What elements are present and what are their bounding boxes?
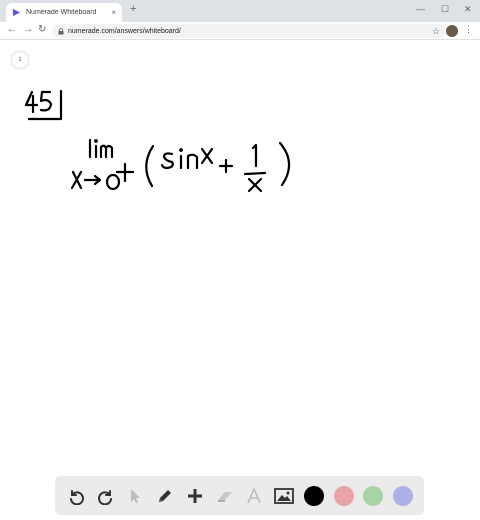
color-purple[interactable]: [392, 485, 414, 507]
select-arrow-icon: [131, 488, 141, 503]
maximize-button[interactable]: ☐: [441, 4, 449, 15]
fraction-1-over-x: [243, 143, 267, 193]
reload-button[interactable]: ↻: [38, 24, 46, 35]
color-pink[interactable]: [333, 485, 355, 507]
forward-button[interactable]: →: [23, 24, 33, 35]
whiteboard-canvas[interactable]: 1: [0, 41, 480, 520]
handwritten-math: [24, 89, 291, 193]
undo-icon: [69, 489, 84, 505]
browser-titlebar: Numerade Whiteboard × + — ☐ ✕: [0, 0, 480, 22]
pen-icon: [159, 489, 172, 502]
whiteboard-toolbar: [55, 476, 424, 515]
browser-toolbar: ← → ↻ numerade.com/answers/whiteboard/ ☆…: [0, 22, 480, 40]
bookmark-star-icon[interactable]: ☆: [432, 26, 440, 37]
close-window-button[interactable]: ✕: [464, 4, 472, 15]
lock-icon: [58, 27, 64, 34]
color-pink-swatch: [333, 485, 354, 506]
color-green[interactable]: [362, 485, 384, 507]
eraser-icon: [217, 491, 232, 502]
tab-title: Numerade Whiteboard: [26, 9, 97, 16]
lim-symbol: [88, 138, 114, 159]
color-black-swatch: [303, 485, 324, 506]
image-tool-button[interactable]: [273, 485, 295, 507]
redo-button[interactable]: [95, 485, 117, 507]
problem-number-45: [24, 89, 63, 121]
browser-menu-icon[interactable]: ⋮: [464, 24, 473, 35]
eraser-tool-button[interactable]: [214, 485, 236, 507]
color-purple-swatch: [393, 485, 414, 506]
left-paren: [145, 144, 155, 188]
tab-close-icon[interactable]: ×: [111, 8, 116, 17]
back-button[interactable]: ←: [7, 24, 17, 35]
sinx-term: [160, 147, 214, 170]
pen-tool-button[interactable]: [154, 485, 176, 507]
plus-sign: [218, 158, 234, 174]
color-black[interactable]: [303, 485, 325, 507]
text-icon: [247, 486, 262, 503]
limit-subscript: [70, 162, 135, 191]
new-tab-button[interactable]: +: [130, 3, 136, 15]
minimize-button[interactable]: —: [416, 4, 425, 14]
image-icon: [274, 487, 295, 504]
text-tool-button[interactable]: [243, 485, 265, 507]
redo-icon: [97, 489, 112, 505]
address-bar[interactable]: numerade.com/answers/whiteboard/ ☆: [52, 24, 446, 38]
add-button[interactable]: [184, 485, 206, 507]
right-paren: [278, 141, 291, 187]
profile-avatar[interactable]: [446, 25, 458, 37]
add-icon: [187, 488, 202, 503]
url-text: numerade.com/answers/whiteboard/: [68, 27, 181, 35]
numerade-favicon-icon: [12, 8, 21, 17]
browser-tab[interactable]: Numerade Whiteboard ×: [6, 3, 122, 22]
color-green-swatch: [363, 485, 384, 506]
undo-button[interactable]: [65, 485, 87, 507]
select-tool-button[interactable]: [124, 485, 146, 507]
